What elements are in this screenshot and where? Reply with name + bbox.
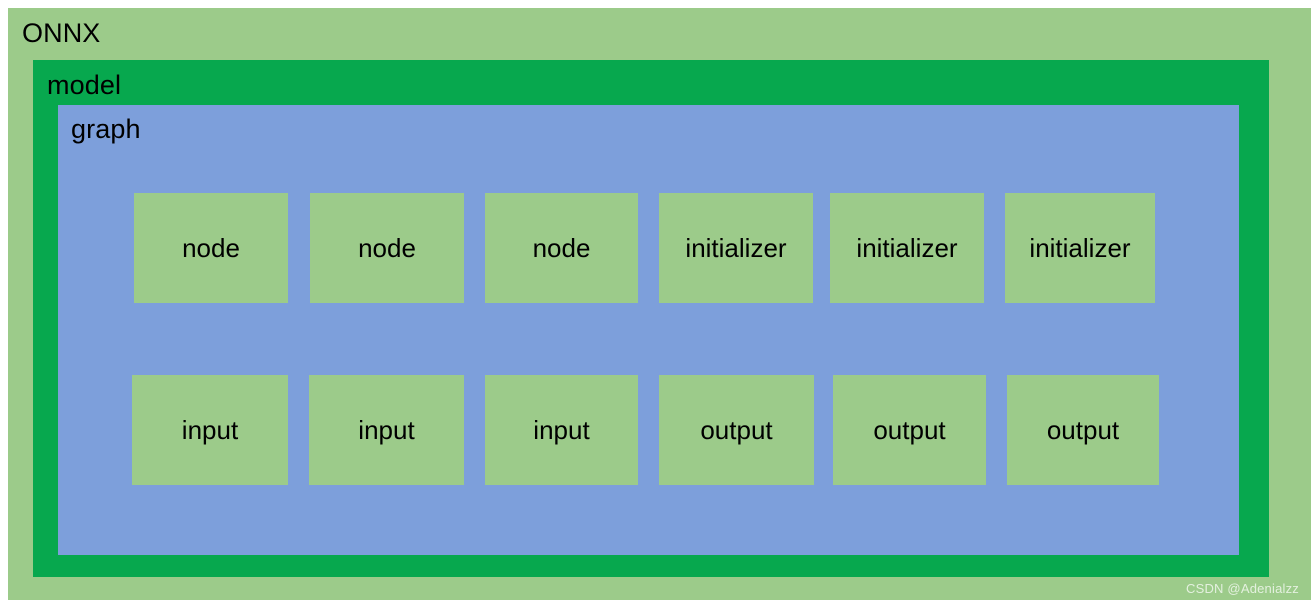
output-box-label: output <box>700 415 773 445</box>
onnx-container: ONNX model graph node node node initiali… <box>8 8 1311 600</box>
initializer-box: initializer <box>1005 193 1155 303</box>
input-box-label: input <box>358 415 415 445</box>
graph-container-label: graph <box>71 114 141 144</box>
output-box-label: output <box>873 415 946 445</box>
node-box: node <box>310 193 464 303</box>
output-box: output <box>1007 375 1159 485</box>
node-box: node <box>485 193 638 303</box>
node-box-label: node <box>358 233 416 263</box>
diagram-canvas: ONNX model graph node node node initiali… <box>0 0 1311 606</box>
input-output-row: input input input output output output <box>58 375 1239 485</box>
initializer-box-label: initializer <box>685 233 787 263</box>
input-box-label: input <box>533 415 590 445</box>
graph-container: graph node node node initializer initial… <box>58 105 1239 555</box>
node-box-label: node <box>182 233 240 263</box>
output-box-label: output <box>1046 415 1120 445</box>
node-box: node <box>134 193 288 303</box>
onnx-container-label: ONNX <box>22 18 101 48</box>
initializer-box: initializer <box>659 193 813 303</box>
node-initializer-row: node node node initializer initializer i… <box>58 193 1239 303</box>
model-container-label: model <box>47 70 122 100</box>
input-box: input <box>485 375 638 485</box>
watermark: CSDN @Adenialzz <box>1185 581 1299 596</box>
input-box-label: input <box>181 415 239 445</box>
input-box: input <box>132 375 288 485</box>
output-box: output <box>833 375 986 485</box>
node-box-label: node <box>532 233 591 263</box>
model-container: model graph node node node initializer i… <box>33 60 1269 577</box>
initializer-box-label: initializer <box>1029 233 1131 263</box>
initializer-box: initializer <box>830 193 984 303</box>
initializer-box-label: initializer <box>856 233 958 263</box>
output-box: output <box>659 375 814 485</box>
input-box: input <box>309 375 464 485</box>
